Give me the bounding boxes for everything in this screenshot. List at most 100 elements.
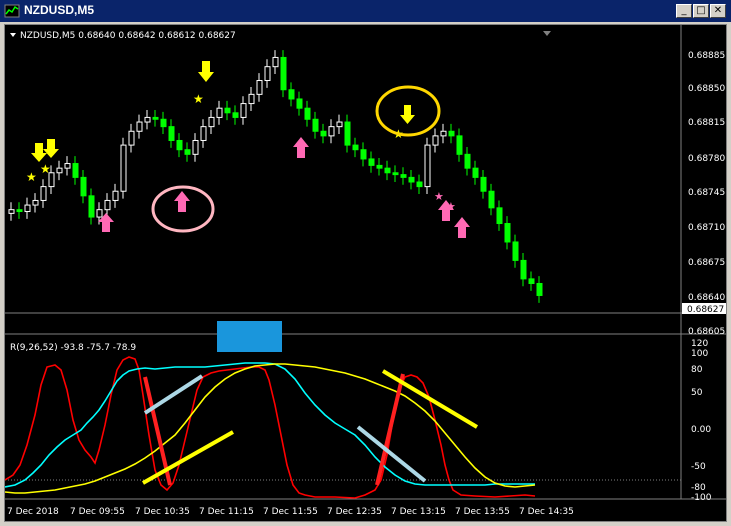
candle-body: [176, 139, 183, 151]
price-scale: 0.68885 0.68850 0.68815 0.68780 0.68745 …: [688, 51, 725, 337]
candle-body: [368, 158, 375, 166]
close-button[interactable]: ✕: [710, 4, 726, 18]
indicator-tick: 120: [691, 339, 708, 349]
candle-body: [112, 190, 119, 201]
time-tick: 7 Dec 12:35: [327, 507, 382, 517]
price-tick: 0.68710: [688, 223, 725, 233]
candle-body: [328, 126, 335, 137]
window-titlebar: NZDUSD,M5 _ □ ✕: [0, 0, 731, 22]
price-tick: 0.68780: [688, 154, 725, 164]
candle-body: [456, 135, 463, 155]
candle-body: [336, 121, 343, 128]
candle-body: [128, 130, 135, 146]
candle-body: [40, 186, 47, 201]
time-tick: 7 Dec 11:15: [199, 507, 254, 517]
sell-arrow-icon: [31, 143, 47, 162]
candle-body: [184, 149, 191, 155]
candle-body: [200, 126, 207, 141]
candle-body: [424, 144, 431, 188]
candle-body: [56, 167, 63, 174]
indicator-scale: 120 100 80 50 0.00 -50 -80 -100: [691, 339, 712, 503]
time-tick: 7 Dec 09:55: [70, 507, 125, 517]
chart-area[interactable]: NZDUSD,M5 0.68640 0.68642 0.68612 0.6862…: [4, 24, 727, 522]
indicator-line-red: [5, 356, 536, 499]
candle-body: [240, 103, 247, 118]
time-tick: 7 Dec 14:35: [519, 507, 574, 517]
candle-body: [96, 209, 103, 218]
candle-body: [136, 121, 143, 132]
indicator-tick: -100: [691, 493, 712, 503]
candle-body: [288, 89, 295, 100]
candle-body: [64, 163, 71, 169]
candle-body: [432, 135, 439, 146]
candle-body: [472, 167, 479, 178]
shift-marker-icon[interactable]: [543, 31, 551, 36]
candle-body: [400, 174, 407, 178]
time-tick: 7 Dec 13:15: [391, 507, 446, 517]
candle-body: [224, 107, 231, 114]
candle-body: [256, 80, 263, 95]
price-tick: 0.68640: [688, 293, 725, 303]
candle-body: [504, 223, 511, 243]
candlestick-series: [8, 50, 543, 303]
candle-body: [344, 121, 351, 146]
candle-body: [512, 241, 519, 261]
candle-body: [376, 164, 383, 169]
candle-body: [8, 209, 15, 214]
candle-body: [80, 176, 87, 197]
star-marker-icon: ★: [193, 92, 204, 106]
candle-body: [440, 130, 447, 137]
candle-body: [280, 56, 287, 91]
price-tick: 0.68675: [688, 258, 725, 268]
indicator-series: [5, 356, 536, 499]
candle-body: [264, 66, 271, 82]
indicator-label: R(9,26,52) -93.8 -75.7 -78.9: [10, 343, 136, 353]
buy-arrow-icon: [293, 137, 309, 158]
indicator-tick: 0.00: [691, 425, 711, 435]
annotation-line-red: [375, 373, 405, 486]
star-marker-icon: ★: [26, 170, 37, 184]
indicator-tick: 50: [691, 388, 703, 398]
candle-body: [464, 153, 471, 169]
indicator-tick: 80: [691, 365, 703, 375]
candle-body: [232, 112, 239, 118]
blue-panel-button[interactable]: [217, 321, 282, 352]
candle-body: [528, 278, 535, 284]
symbol-menu-icon[interactable]: [10, 33, 16, 37]
candle-body: [72, 163, 79, 178]
minimize-button[interactable]: _: [676, 4, 692, 18]
sell-arrow-icon: [198, 61, 214, 82]
chart-window-icon: [4, 4, 20, 18]
candle-body: [16, 209, 23, 213]
candle-body: [312, 118, 319, 132]
annotation-lines: [142, 369, 479, 486]
candle-body: [320, 130, 327, 137]
candle-body: [520, 259, 527, 280]
candle-body: [104, 199, 111, 211]
time-scale: 7 Dec 2018 7 Dec 09:55 7 Dec 10:35 7 Dec…: [7, 507, 574, 517]
window-title: NZDUSD,M5: [24, 3, 95, 17]
price-tick: 0.68745: [688, 188, 725, 198]
time-tick: 7 Dec 10:35: [135, 507, 190, 517]
candle-body: [168, 126, 175, 141]
candle-body: [536, 282, 543, 296]
candle-body: [384, 167, 391, 174]
candle-body: [360, 149, 367, 160]
candle-body: [144, 116, 151, 123]
candle-body: [152, 116, 159, 120]
maximize-button[interactable]: □: [693, 4, 709, 18]
chart-canvas[interactable]: NZDUSD,M5 0.68640 0.68642 0.68612 0.6862…: [5, 25, 726, 521]
star-marker-icon: ★: [446, 200, 456, 213]
candle-body: [448, 130, 455, 137]
candle-body: [352, 144, 359, 151]
candle-body: [304, 107, 311, 120]
indicator-tick: -50: [691, 462, 706, 472]
candle-body: [488, 190, 495, 209]
indicator-tick: 100: [691, 349, 708, 359]
candle-body: [392, 172, 399, 176]
price-tick: 0.68885: [688, 51, 725, 61]
star-marker-icon: ★: [434, 190, 444, 203]
candle-body: [24, 204, 31, 213]
candle-body: [248, 93, 255, 105]
candle-body: [208, 116, 215, 128]
